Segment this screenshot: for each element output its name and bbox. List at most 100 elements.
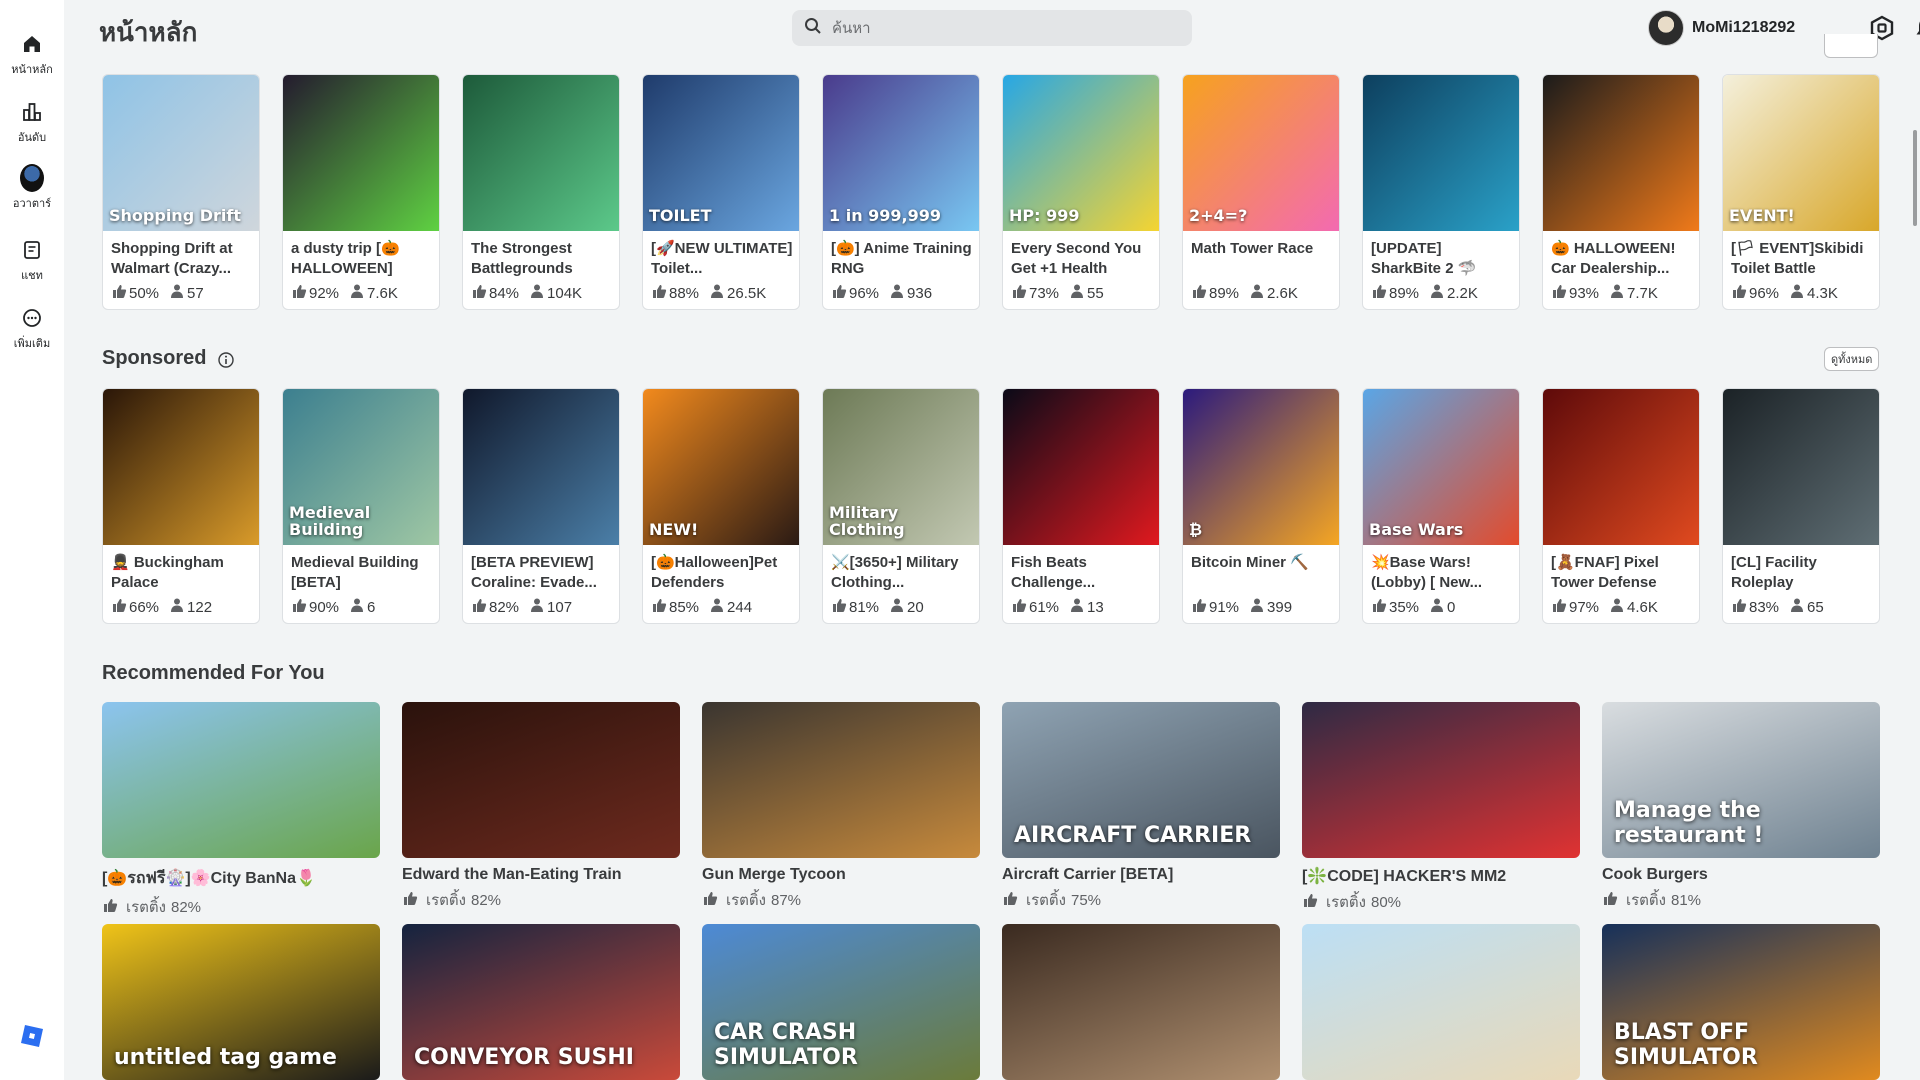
game-card[interactable]: NEW! [🎃Halloween]Pet Defenders 85% 244: [642, 388, 800, 624]
thumbs-up-icon: [1002, 890, 1026, 910]
sidebar-item-chat[interactable]: แชท: [0, 238, 64, 284]
page-scrollbar[interactable]: [1913, 130, 1917, 226]
sidebar-item-charts[interactable]: อันดับ: [0, 100, 64, 146]
thumbs-up-icon: [1551, 597, 1569, 617]
players-icon: [529, 597, 547, 617]
game-card-wide[interactable]: CAR CRASH SIMULATOR: [702, 924, 980, 1080]
game-stats: 50% 57: [111, 283, 204, 303]
game-stats: 96% 4.3K: [1731, 283, 1838, 303]
game-thumbnail: [1543, 75, 1699, 231]
player-count: 6: [367, 598, 376, 616]
players-icon: [709, 283, 727, 303]
thumbs-up-icon: [1602, 890, 1626, 910]
player-count: 7.6K: [367, 284, 398, 302]
game-card[interactable]: Military Clothing ⚔️[3650+] Military Clot…: [822, 388, 980, 624]
game-thumbnail: CONVEYOR SUSHI: [402, 924, 680, 1080]
game-thumbnail: AIRCRAFT CARRIER: [1002, 702, 1280, 858]
game-card[interactable]: The Strongest Battlegrounds 84% 104K: [462, 74, 620, 310]
players-icon: [709, 597, 727, 617]
rating-label: เรตติ้ง: [426, 892, 466, 909]
game-title: Cook Burgers: [1602, 866, 1708, 883]
game-card[interactable]: ₿ Bitcoin Miner ⛏️ 91% 399: [1182, 388, 1340, 624]
chat-icon: [20, 238, 44, 262]
game-card[interactable]: 🎃 HALLOWEEN! Car Dealership... 93% 7.7K: [1542, 74, 1700, 310]
game-card-wide[interactable]: AIRCRAFT CARRIER Aircraft Carrier [BETA] เ…: [1002, 702, 1280, 912]
sidebar-item-avatar[interactable]: อวาตาร์: [0, 164, 64, 212]
game-card-wide[interactable]: [1002, 924, 1280, 1080]
thumbnail-text: Medieval Building: [289, 503, 371, 540]
top-bar: หน้าหลัก MoMi1218292 7: [64, 0, 1920, 60]
game-card[interactable]: [BETA PREVIEW] Coraline: Evade... 82% 107: [462, 388, 620, 624]
game-thumbnail: 1 in 999,999: [823, 75, 979, 231]
see-all-button-partial[interactable]: [1824, 34, 1878, 58]
game-title: [❇️CODE] HACKER'S MM2: [1302, 868, 1507, 885]
game-title: [UPDATE] SharkBite 2 🦈: [1371, 240, 1477, 277]
sidebar-item-home[interactable]: หน้าหลัก: [0, 32, 64, 78]
player-count: 4.6K: [1627, 598, 1658, 616]
see-all-button[interactable]: ดูทั้งหมด: [1824, 347, 1880, 371]
search-bar[interactable]: [792, 10, 1192, 46]
game-card-wide[interactable]: [🎃รถฟรี🎡]🌸City BanNa🌷 เรตติ้ง 82%: [102, 702, 380, 919]
game-card-wide[interactable]: untitled tag game: [102, 924, 380, 1080]
game-card[interactable]: [UPDATE] SharkBite 2 🦈 89% 2.2K: [1362, 74, 1520, 310]
game-card[interactable]: Medieval Building Medieval Building [BETA…: [282, 388, 440, 624]
like-ratio: 96%: [1749, 284, 1780, 302]
game-card[interactable]: TOILET [🚀NEW ULTIMATE] Toilet... 88% 26.5K: [642, 74, 800, 310]
thumbnail-text: CONVEYOR SUSHI: [414, 1045, 634, 1070]
game-card-wide[interactable]: Edward the Man-Eating Train เรตติ้ง 82%: [402, 702, 680, 912]
game-thumbnail: [1302, 702, 1580, 858]
players-icon: [349, 597, 367, 617]
game-title: [🧸FNAF] Pixel Tower Defense: [1551, 554, 1659, 591]
player-count: 0: [1447, 598, 1456, 616]
game-card[interactable]: [🧸FNAF] Pixel Tower Defense 97% 4.6K: [1542, 388, 1700, 624]
game-thumbnail: NEW!: [643, 389, 799, 545]
game-card[interactable]: Fish Beats Challenge... 61% 13: [1002, 388, 1160, 624]
page-title: หน้าหลัก: [99, 17, 198, 47]
thumbnail-text: CAR CRASH SIMULATOR: [714, 1020, 858, 1070]
game-stats: 92% 7.6K: [291, 283, 398, 303]
game-card-wide[interactable]: [❇️CODE] HACKER'S MM2 เรตติ้ง 80%: [1302, 702, 1580, 914]
game-title: [🚀NEW ULTIMATE] Toilet...: [651, 240, 793, 277]
info-icon[interactable]: [218, 351, 235, 368]
search-input[interactable]: [832, 19, 1172, 37]
player-count: 26.5K: [727, 284, 767, 302]
players-icon: [1429, 597, 1447, 617]
players-icon: [1069, 283, 1087, 303]
thumbs-up-icon: [831, 597, 849, 617]
game-card-wide[interactable]: Gun Merge Tycoon เรตติ้ง 87%: [702, 702, 980, 912]
roblox-logo-icon[interactable]: [20, 1024, 44, 1048]
game-card[interactable]: EVENT! [🏳 EVENT]Skibidi Toilet Battle 96% 4…: [1722, 74, 1880, 310]
game-card[interactable]: HP: 999 Every Second You Get +1 Health 73%…: [1002, 74, 1160, 310]
game-card[interactable]: [CL] Facility Roleplay 83% 65: [1722, 388, 1880, 624]
game-card-wide[interactable]: BLAST OFF SIMULATOR: [1602, 924, 1880, 1080]
player-count: 7.7K: [1627, 284, 1658, 302]
like-ratio: 83%: [1749, 598, 1780, 616]
game-card-wide[interactable]: CONVEYOR SUSHI: [402, 924, 680, 1080]
game-card[interactable]: Base Wars 💥Base Wars! (Lobby) [ New... 35%…: [1362, 388, 1520, 624]
game-thumbnail: HP: 999: [1003, 75, 1159, 231]
game-card[interactable]: 💂 Buckingham Palace 66% 122: [102, 388, 260, 624]
notification-bell-icon[interactable]: [1913, 15, 1920, 41]
players-icon: [1429, 283, 1447, 303]
sidebar-item-label: อวาตาร์: [12, 198, 52, 210]
game-title: 💂 Buckingham Palace: [111, 554, 224, 591]
thumbs-up-icon: [1731, 283, 1749, 303]
game-card-wide[interactable]: [1302, 924, 1580, 1080]
like-ratio: 82%: [489, 598, 520, 616]
game-card[interactable]: 1 in 999,999 [🎃] Anime Training RNG 96% 936: [822, 74, 980, 310]
game-card[interactable]: 2+4=? Math Tower Race 89% 2.6K: [1182, 74, 1340, 310]
game-stats: 85% 244: [651, 597, 752, 617]
game-thumbnail: Manage the restaurant !: [1602, 702, 1880, 858]
game-thumbnail: [463, 75, 619, 231]
game-title: [CL] Facility Roleplay: [1731, 554, 1817, 591]
player-count: 55: [1087, 284, 1104, 302]
game-thumbnail: [283, 75, 439, 231]
players-icon: [1609, 283, 1627, 303]
user-profile-link[interactable]: MoMi1218292: [1648, 10, 1795, 46]
sidebar-item-more[interactable]: เพิ่มเติม: [0, 306, 64, 352]
game-title: Fish Beats Challenge...: [1011, 554, 1096, 591]
game-thumbnail: ₿: [1183, 389, 1339, 545]
game-card[interactable]: Shopping Drift Shopping Drift at Walmart …: [102, 74, 260, 310]
game-card[interactable]: a dusty trip [🎃HALLOWEEN] 92% 7.6K: [282, 74, 440, 310]
game-card-wide[interactable]: Manage the restaurant ! Cook Burgers เรตติ…: [1602, 702, 1880, 912]
